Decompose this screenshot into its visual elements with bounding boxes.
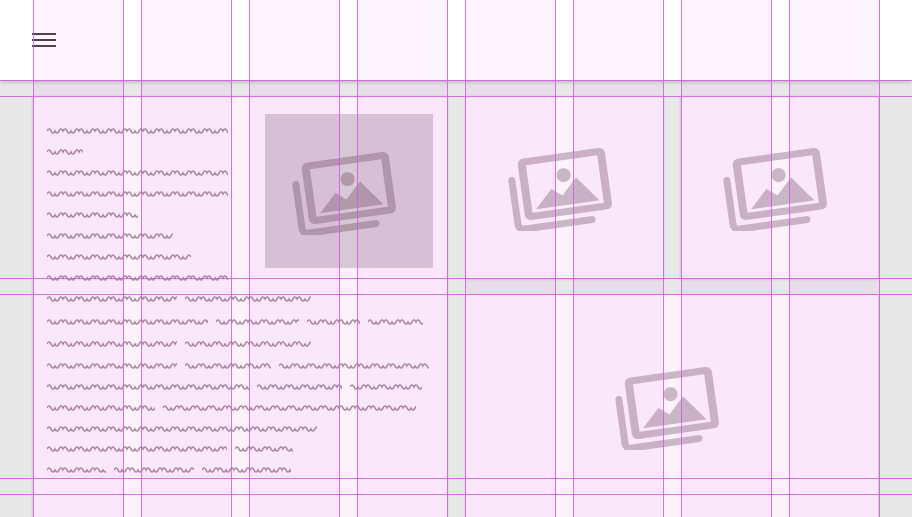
image-card-2[interactable] <box>681 96 878 278</box>
image-card-3[interactable] <box>466 295 878 517</box>
image-slot-selected[interactable] <box>265 114 433 268</box>
content-card[interactable] <box>33 96 447 517</box>
image-placeholder-icon <box>614 358 730 455</box>
image-placeholder-icon <box>291 143 407 240</box>
top-app-bar <box>0 0 912 80</box>
image-placeholder-icon <box>507 139 623 236</box>
menu-button[interactable] <box>20 16 68 64</box>
image-placeholder-icon <box>722 139 838 236</box>
image-slot <box>466 96 663 278</box>
hamburger-menu-icon <box>32 31 56 49</box>
image-slot <box>466 295 878 517</box>
image-slot <box>681 96 878 278</box>
image-card-1[interactable] <box>466 96 663 278</box>
